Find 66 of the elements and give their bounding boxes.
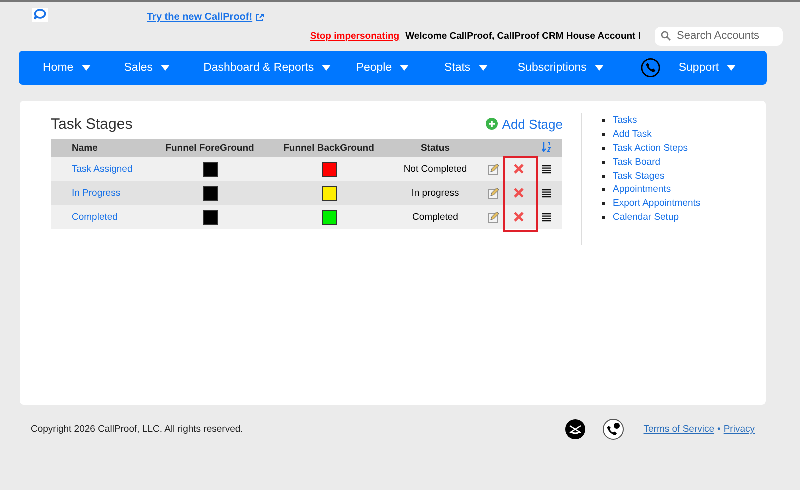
sort-icon[interactable] [542,142,550,152]
nav-menu-item[interactable]: Dashboard & Reports [204,62,356,74]
separator-text: • [718,424,721,435]
add-stage-link[interactable]: Add Stage [486,116,563,132]
status-cell: In progress [393,181,478,205]
sidebar-link[interactable]: Task Board [613,156,661,168]
status-cell: Not Completed [393,157,478,181]
phone-icon[interactable] [602,419,624,440]
caret-icon [727,65,736,71]
sidebar-link[interactable]: Appointments [613,184,672,196]
drag-handle-icon[interactable] [542,212,550,222]
column-header: Funnel ForeGround [155,139,265,157]
nav-menu-item[interactable]: Home [43,62,124,74]
welcome-text: Welcome CallProof, CallProof CRM House Account I [406,30,641,42]
delete-icon[interactable] [514,164,524,174]
delete-icon[interactable] [514,212,524,222]
nav-menu-item[interactable]: Stats [444,62,518,74]
drag-handle-icon[interactable] [542,188,550,198]
stage-name-link[interactable]: Completed [51,212,118,222]
stage-name-link[interactable]: Task Assigned [51,164,133,174]
stop-impersonating-link[interactable]: Stop impersonating [310,30,400,42]
bullet-icon [602,119,605,122]
column-header: Status [393,139,478,157]
terms-link[interactable]: Terms of Service [644,424,715,435]
sidebar-link[interactable]: Task Stages [613,170,665,182]
nav-menu-item[interactable]: Support [678,62,767,74]
bullet-icon [602,216,605,219]
try-new-link[interactable]: Try the new CallProof! [147,12,264,23]
privacy-link[interactable]: Privacy [724,424,755,435]
plus-icon [486,118,498,130]
sidebar-link[interactable]: Add Task [613,129,652,140]
drag-handle-icon[interactable] [542,164,550,174]
nav-menu-item[interactable]: Sales [124,62,204,74]
sidebar-link[interactable]: Tasks [613,115,638,126]
bullet-icon [602,160,605,164]
bullet-icon [602,202,605,206]
column-header: Name [51,139,155,157]
nav-menu-item[interactable]: People [356,62,444,74]
search-box[interactable]: Search Accounts [655,26,783,46]
logo-icon[interactable] [32,8,48,22]
bullet-icon [602,146,605,150]
stage-name-link[interactable]: In Progress [51,188,121,198]
sidebar-link[interactable]: Task Action Steps [613,142,688,154]
edit-icon[interactable] [488,164,498,174]
caret-icon [322,65,332,71]
nav-menu-item[interactable]: Subscriptions [518,62,642,74]
bullet-icon [602,133,605,136]
bullet-icon [602,188,605,192]
search-field[interactable]: Search Accounts [675,29,779,43]
caret-icon [161,65,170,71]
caret-icon [594,65,604,71]
copyright-text: Copyright 2026 CallProof, LLC. All rights reserved. [31,424,244,435]
delete-icon[interactable] [514,188,524,198]
external-link-icon [256,14,264,22]
caret-icon [478,65,488,71]
search-icon [661,31,671,41]
caret-icon [82,65,91,71]
status-cell: Completed [393,205,478,229]
edit-icon[interactable] [488,188,498,198]
page-title: Task Stages [51,116,133,132]
bullet-icon [602,174,605,178]
sidebar-link[interactable]: Export Appointments [613,198,701,210]
edit-icon[interactable] [488,212,498,222]
sidebar-link[interactable]: Calendar Setup [613,212,680,223]
column-header: Funnel BackGround [265,139,393,157]
caret-icon [400,65,410,71]
